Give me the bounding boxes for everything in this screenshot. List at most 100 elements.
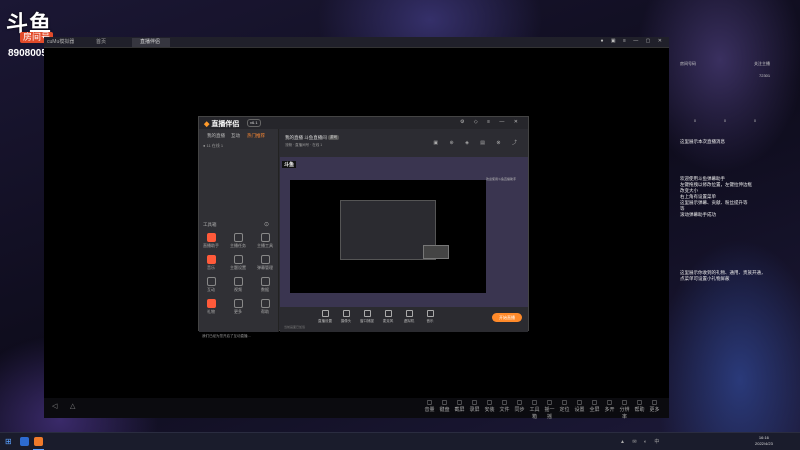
home-button[interactable]: △ <box>70 402 75 410</box>
feature-icon <box>233 299 243 308</box>
stream-tool-label: 摄像头 <box>340 319 352 323</box>
app-logo: ◆ 直播伴侣 <box>204 121 240 128</box>
feature-item[interactable]: 直播助手 <box>203 233 219 249</box>
taskbar-live-app-icon[interactable] <box>34 437 43 446</box>
app-left-panel: 我的直播 互动 热门推荐 ● 11 在线 1 工具箱 ⊙ 直播助手 主播任务 主播工… <box>199 129 279 338</box>
feature-label: 主播任务 <box>230 243 246 248</box>
back-button[interactable]: ◁ <box>52 402 57 410</box>
stream-preview[interactable]: 斗鱼 欢迎使用斗鱼直播助手 <box>280 157 528 307</box>
screenshot-icon: ▢ <box>456 400 463 406</box>
help-icon: ▢ <box>636 400 643 406</box>
emulator-tool-label: 键盘 <box>439 407 450 413</box>
stream-tool-2[interactable]: 窗口捕捉 <box>358 310 376 324</box>
keyboard-icon: ▢ <box>441 400 448 406</box>
stream-tool-1[interactable]: 摄像头 <box>337 310 355 324</box>
emulator-tool-0[interactable]: ▢ 音量 <box>424 400 435 416</box>
stream-header-icons[interactable]: ▣ ⊕ ◈ ▤ ⊗ ⤴ <box>433 139 522 146</box>
emulator-tool-11[interactable]: ▢ 全屏 <box>589 400 600 416</box>
feature-item[interactable]: 互动 <box>203 277 219 293</box>
install-icon: ▢ <box>486 400 493 406</box>
feature-label: 主播工具 <box>257 243 273 248</box>
emulator-tool-5[interactable]: ▢ 文件 <box>499 400 510 416</box>
stream-tool-icon <box>321 310 329 317</box>
feature-item[interactable]: 礼物 <box>203 299 219 315</box>
left-tab-1[interactable]: 互动 <box>231 133 240 139</box>
emulator-tool-12[interactable]: ▢ 多开 <box>604 400 615 416</box>
emulator-tool-7[interactable]: ▢ 工具箱 <box>529 400 540 420</box>
system-tray[interactable]: ▲ ✉ ◐ 中 <box>620 438 662 445</box>
stream-tool-3[interactable]: 麦克风 <box>379 310 397 324</box>
feature-icon <box>233 277 243 286</box>
stream-tool-label: 音乐 <box>426 319 434 323</box>
feature-item[interactable]: 弹幕管理 <box>257 255 273 271</box>
online-count: ● 11 在线 1 <box>203 143 224 148</box>
left-tab-0[interactable]: 我的直播 <box>207 133 225 139</box>
settings-gear-icon[interactable]: ⊙ <box>264 221 269 228</box>
emulator-tool-4[interactable]: ▢ 安装 <box>484 400 495 416</box>
record-icon: ▢ <box>471 400 478 406</box>
windows-taskbar: ⊞ ▲ ✉ ◐ 中 16:16 2022/4/23 <box>0 432 800 450</box>
stream-tool-4[interactable]: 虚拟机 <box>400 310 418 324</box>
emulator-tool-13[interactable]: ▢ 分辨率 <box>619 400 630 420</box>
feature-item[interactable]: 视频 <box>230 277 246 293</box>
window-controls[interactable]: ● ▣ ≡ — ▢ ✕ <box>600 38 665 44</box>
emulator-tool-6[interactable]: ▢ 同步 <box>514 400 525 416</box>
stream-tool-icon <box>363 310 371 317</box>
feature-label: 主题设置 <box>230 265 246 270</box>
start-icon[interactable]: ⊞ <box>5 437 12 446</box>
emulator-tool-10[interactable]: ▢ 设置 <box>574 400 585 416</box>
emulator-tool-label: 录屏 <box>469 407 480 413</box>
clock-date: 2022/4/23 <box>755 441 773 446</box>
emulator-title-bar: cuMu模拟器 首页 直播伴侣 ● ▣ ≡ — ▢ ✕ <box>44 37 669 48</box>
feature-icon <box>233 233 243 242</box>
emulator-tool-9[interactable]: ▢ 定位 <box>559 400 570 416</box>
feature-label: 互动 <box>207 287 215 292</box>
emulator-tool-label: 摇一摇 <box>544 407 555 420</box>
emulator-tool-label: 音量 <box>424 407 435 413</box>
feature-item[interactable]: 主题设置 <box>230 255 246 271</box>
emulator-tool-1[interactable]: ▢ 键盘 <box>439 400 450 416</box>
feature-item[interactable]: 主播任务 <box>230 233 246 249</box>
app-window-controls[interactable]: ⚙ ◇ ≡ — ✕ <box>460 119 522 125</box>
emulator-tool-label: 安装 <box>484 407 495 413</box>
stream-tool-icon <box>405 310 413 317</box>
emulator-tool-label: 帮助 <box>634 407 645 413</box>
feature-icon <box>260 255 270 264</box>
preview-capture <box>290 180 486 293</box>
emulator-tool-label: 全屏 <box>589 407 600 413</box>
feature-item[interactable]: 帮助 <box>257 299 273 315</box>
stream-tool-5[interactable]: 音乐 <box>421 310 439 324</box>
stream-header: 我的直播 斗鱼直播间 游戏 流畅 · 直播间号 · 在线 1 ▣ ⊕ ◈ ▤ ⊗… <box>280 129 528 157</box>
feature-item[interactable]: 数据 <box>257 277 273 293</box>
feature-item[interactable]: 音乐 <box>203 255 219 271</box>
more-icon: ▢ <box>651 400 658 406</box>
emulator-toolbar: ▢ 音量 ▢ 键盘 ▢ 截屏 ▢ 录屏 ▢ 安装 ▢ 文件 ▢ 同步 ▢ 工具箱 ▢ 摇一摇 ▢ 定位 ▢ 设置 ▢ 全屏 ▢ 多… <box>424 398 669 420</box>
stream-footer: 当前画面已加载 <box>284 325 306 329</box>
category-tag[interactable]: 游戏 <box>328 135 339 140</box>
tab-live-companion[interactable]: 直播伴侣 <box>132 38 170 47</box>
danmaku-panel: 房间号码 关注主播 72301 0 0 0 这里展示本次直播消息 欢迎使用斗鱼弹… <box>677 48 800 398</box>
location-icon: ▢ <box>561 400 568 406</box>
feature-label: 数据 <box>261 287 269 292</box>
speaker-icon: ▢ <box>426 400 433 406</box>
stream-area: 我的直播 斗鱼直播间 游戏 流畅 · 直播间号 · 在线 1 ▣ ⊕ ◈ ▤ ⊗… <box>280 129 528 332</box>
start-live-button[interactable]: 开始直播 <box>492 313 522 322</box>
section-title: 工具箱 <box>203 222 217 227</box>
emulator-tool-14[interactable]: ▢ 帮助 <box>634 400 645 416</box>
feature-item[interactable]: 主播工具 <box>257 233 273 249</box>
chat-line: 点菜单可设置小礼物屏蔽 <box>680 276 730 281</box>
emulator-tool-label: 文件 <box>499 407 510 413</box>
feature-item[interactable]: 更多 <box>230 299 246 315</box>
follow-label[interactable]: 关注主播 <box>754 61 770 67</box>
emulator-tool-3[interactable]: ▢ 录屏 <box>469 400 480 416</box>
taskbar-app-icon[interactable] <box>20 437 29 446</box>
stream-tool-0[interactable]: 直播设置 <box>316 310 334 324</box>
left-tab-2[interactable]: 热门推荐 <box>247 133 265 139</box>
tab-home[interactable]: 首页 <box>96 38 106 47</box>
clock[interactable]: 16:16 2022/4/23 <box>755 435 773 447</box>
emulator-tool-2[interactable]: ▢ 截屏 <box>454 400 465 416</box>
emulator-tool-15[interactable]: ▢ 更多 <box>649 400 660 416</box>
emulator-tool-8[interactable]: ▢ 摇一摇 <box>544 400 555 420</box>
sync-icon: ▢ <box>516 400 523 406</box>
stream-tool-label: 窗口捕捉 <box>360 319 374 323</box>
